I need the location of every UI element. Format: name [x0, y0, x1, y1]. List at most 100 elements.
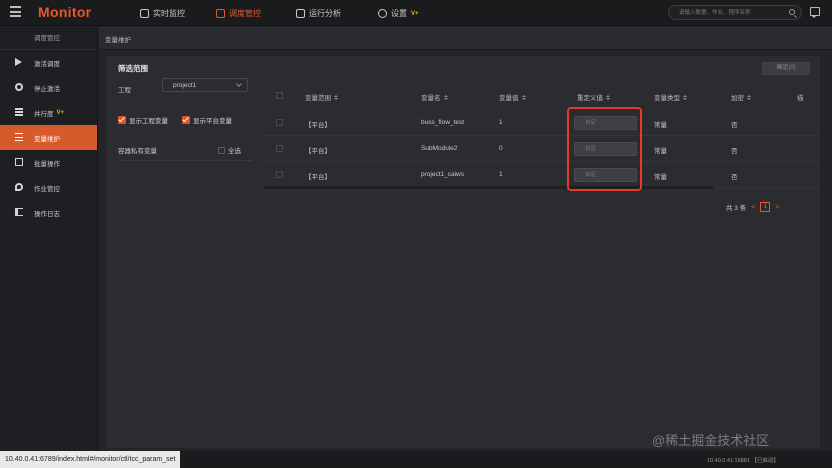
col-header-scope[interactable]: 变量范围 — [305, 92, 338, 102]
nav-settings[interactable]: 设置 V+ — [378, 7, 419, 20]
cell-type: 常量 — [654, 174, 667, 181]
col-header-label: 变量名 — [421, 95, 441, 102]
sidebar-header: 调度管控 — [0, 27, 97, 50]
sort-icon[interactable] — [683, 94, 687, 100]
cell-scope: 【平台】 — [305, 122, 331, 129]
row-checkbox[interactable] — [276, 145, 283, 152]
sidebar-item-activate-dispatch[interactable]: 激活调度 — [0, 50, 97, 75]
nav-label: 运行分析 — [309, 9, 341, 18]
col-header-encrypted[interactable]: 加密 — [731, 92, 751, 102]
stop-icon — [15, 83, 23, 91]
cell-scope: 【平台】 — [305, 174, 331, 181]
sort-icon[interactable] — [443, 94, 448, 100]
show-project-vars-checkbox[interactable]: 显示工程变量 — [118, 115, 168, 125]
sidebar-item-stop-activation[interactable]: 停止激活 — [0, 75, 97, 100]
confirm-button[interactable]: 确定(0) — [762, 62, 810, 75]
row-checkbox[interactable] — [276, 171, 283, 178]
highlight-annotation — [567, 107, 642, 191]
col-header-value[interactable]: 变量值 — [499, 92, 526, 102]
sidebar-item-job-control[interactable]: 作业管控 — [0, 175, 97, 200]
analysis-icon — [296, 9, 305, 18]
sidebar-item-label: 操作日志 — [34, 210, 60, 218]
col-header-label: 加密 — [731, 95, 744, 102]
server-status: 10.40.0.41:16881 【已启动】 — [707, 458, 779, 464]
select-all-checkbox[interactable]: 全选 — [218, 145, 241, 155]
sort-icon[interactable] — [521, 94, 526, 100]
project-select[interactable]: project1 — [162, 78, 248, 92]
sort-icon[interactable] — [334, 94, 338, 100]
header-checkbox[interactable] — [276, 92, 283, 99]
sidebar-item-label: 停止激活 — [34, 85, 60, 93]
app-brand: Monitor — [38, 4, 92, 20]
table-header: 变量范围 变量名 变量值 重定义值 变量类型 加密 描 — [264, 86, 820, 106]
nav-realtime-monitor[interactable]: 实时监控 — [140, 7, 185, 20]
search-box[interactable] — [668, 5, 802, 20]
show-platform-vars-checkbox[interactable]: 显示平台变量 — [182, 115, 232, 125]
vplus-badge: V+ — [56, 109, 65, 116]
col-header-redefine[interactable]: 重定义值 — [577, 92, 610, 102]
prev-page-icon[interactable]: < — [751, 204, 755, 211]
log-icon — [15, 208, 23, 216]
cell-value: 1 — [499, 171, 503, 178]
cell-name: buss_flow_test — [421, 119, 464, 126]
checkbox-label: 显示平台变量 — [193, 118, 232, 125]
nav-label: 设置 — [391, 9, 407, 18]
sort-icon[interactable] — [606, 94, 610, 100]
gear-icon — [378, 9, 387, 18]
watermark: @稀土掘金技术社区 — [652, 433, 770, 448]
search-input[interactable] — [679, 8, 784, 18]
sidebar: 调度管控 激活调度 停止激活 并行度 V+ 变量维护 批量操作 作业管控 操作日… — [0, 27, 98, 451]
cell-scope: 【平台】 — [305, 148, 331, 155]
sidebar-item-label: 作业管控 — [34, 185, 60, 193]
sliders-icon — [15, 133, 23, 141]
next-page-icon[interactable]: > — [775, 204, 779, 211]
divider — [118, 160, 252, 161]
col-header-label: 重定义值 — [577, 95, 603, 102]
filter-title: 筛选范围 — [118, 64, 148, 73]
table-row[interactable]: 【平台】 project1_caiws 1 常量 否 — [264, 163, 820, 188]
sort-icon[interactable] — [747, 94, 751, 100]
nav-label: 调度管控 — [229, 9, 261, 18]
chevron-down-icon — [236, 81, 242, 87]
monitor-icon — [140, 9, 149, 18]
col-header-type[interactable]: 变量类型 — [654, 92, 687, 102]
row-checkbox[interactable] — [276, 119, 283, 126]
horizontal-scrollbar[interactable] — [264, 186, 713, 189]
message-icon[interactable] — [810, 7, 820, 18]
page-number[interactable]: 1 — [760, 202, 771, 212]
cell-encrypted: 否 — [731, 148, 738, 155]
nav-run-analysis[interactable]: 运行分析 — [296, 7, 341, 20]
col-header-name[interactable]: 变量名 — [421, 92, 448, 102]
batch-icon — [15, 158, 23, 166]
search-icon[interactable] — [789, 9, 795, 15]
cell-value: 0 — [499, 145, 503, 152]
col-header-label: 变量范围 — [305, 95, 331, 102]
sidebar-item-variable-maintenance[interactable]: 变量维护 — [0, 125, 97, 150]
sidebar-item-parallelism[interactable]: 并行度 V+ — [0, 100, 97, 125]
project-label: 工程 — [118, 87, 131, 94]
play-icon — [15, 58, 22, 66]
cell-name: SubModule2 — [421, 145, 458, 152]
nav-dispatch-control[interactable]: 调度管控 — [216, 7, 261, 20]
sidebar-item-batch-operation[interactable]: 批量操作 — [0, 150, 97, 175]
checkbox-checked-icon — [118, 116, 126, 124]
checkbox-checked-icon — [182, 116, 190, 124]
sidebar-item-operation-log[interactable]: 操作日志 — [0, 200, 97, 225]
sidebar-item-label: 激活调度 — [34, 60, 60, 68]
menu-icon[interactable] — [10, 6, 21, 17]
checkbox-empty-icon — [218, 146, 225, 154]
table-row[interactable]: 【平台】 buss_flow_test 1 常量 否 — [264, 111, 820, 136]
select-all-label: 全选 — [228, 148, 241, 155]
breadcrumb: 变量维护 — [105, 37, 131, 44]
list-icon — [15, 108, 23, 116]
cell-type: 常量 — [654, 148, 667, 155]
col-header-label: 变量类型 — [654, 95, 680, 102]
sidebar-item-label: 并行度 — [34, 110, 54, 118]
main-panel: 筛选范围 确定(0) 工程 project1 显示工程变量 显示平台变量 容器私… — [106, 56, 820, 448]
table-row[interactable]: 【平台】 SubModule2 0 常量 否 — [264, 137, 820, 162]
nav-label: 实时监控 — [153, 9, 185, 18]
control-icon — [216, 9, 225, 18]
vplus-badge: V+ — [411, 10, 419, 17]
private-vars-label: 容器私有变量 — [118, 148, 157, 155]
sidebar-item-label: 批量操作 — [34, 160, 60, 168]
